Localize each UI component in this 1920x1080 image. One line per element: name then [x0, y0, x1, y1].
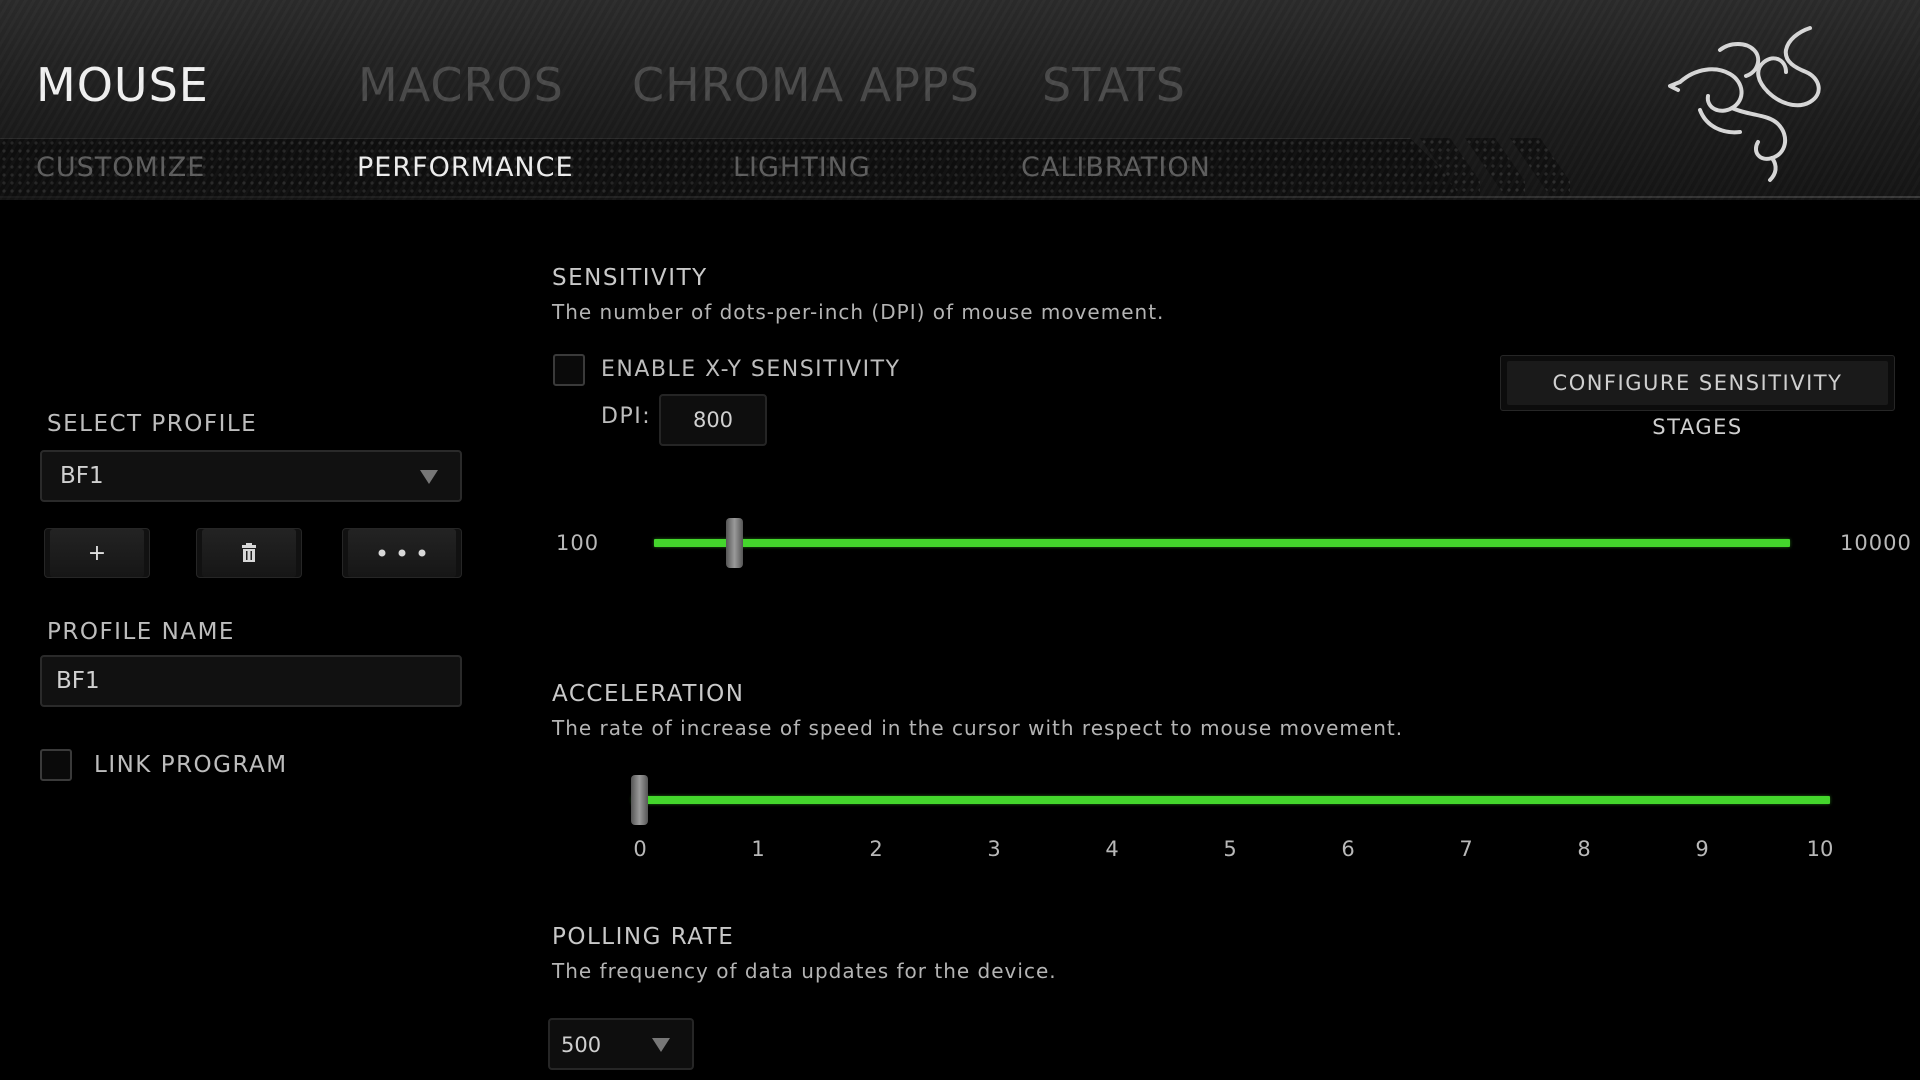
- razer-snake-logo-icon: [1668, 26, 1821, 182]
- acceleration-slider-thumb[interactable]: [631, 775, 648, 825]
- dpi-label: DPI:: [601, 404, 652, 429]
- sensitivity-slider-track[interactable]: [654, 539, 1790, 547]
- tab-stats[interactable]: STATS: [1042, 58, 1186, 112]
- polling-rate-value: 500: [561, 1033, 602, 1057]
- more-options-button[interactable]: [342, 528, 462, 578]
- trash-icon: [242, 543, 256, 562]
- add-profile-button[interactable]: +: [44, 528, 150, 578]
- sensitivity-description: The number of dots-per-inch (DPI) of mou…: [552, 300, 1165, 324]
- select-profile-label: SELECT PROFILE: [47, 411, 258, 437]
- decorative-stripes: [1420, 138, 1620, 196]
- subtab-lighting[interactable]: LIGHTING: [733, 152, 871, 183]
- polling-rate-dropdown[interactable]: 500: [548, 1018, 694, 1070]
- tab-mouse[interactable]: MOUSE: [36, 58, 209, 112]
- subtab-calibration[interactable]: CALIBRATION: [1021, 152, 1211, 183]
- sensitivity-title: SENSITIVITY: [552, 265, 708, 291]
- acceleration-tick-label: 0: [633, 837, 647, 861]
- plus-icon: +: [87, 540, 107, 566]
- configure-sensitivity-stages-button[interactable]: CONFIGURE SENSITIVITY STAGES: [1500, 355, 1895, 439]
- app-header: MOUSE MACROS CHROMA APPS STATS CUSTOMIZE…: [0, 0, 1920, 200]
- link-program-checkbox[interactable]: [40, 749, 72, 781]
- tab-chroma-apps[interactable]: CHROMA APPS: [632, 58, 980, 112]
- acceleration-tick-label: 5: [1223, 837, 1237, 861]
- acceleration-tick-label: 2: [869, 837, 883, 861]
- acceleration-tick-label: 6: [1341, 837, 1355, 861]
- ellipsis-icon: [378, 549, 426, 557]
- profile-dropdown-value: BF1: [60, 463, 104, 489]
- dpi-input[interactable]: [659, 394, 767, 446]
- tab-macros[interactable]: MACROS: [358, 58, 564, 112]
- sensitivity-slider-thumb[interactable]: [726, 518, 744, 568]
- subtab-performance[interactable]: PERFORMANCE: [357, 152, 574, 183]
- acceleration-tick-label: 10: [1806, 837, 1834, 861]
- enable-xy-label: ENABLE X-Y SENSITIVITY: [601, 357, 901, 382]
- acceleration-tick-label: 3: [987, 837, 1001, 861]
- link-program-label: LINK PROGRAM: [94, 752, 288, 778]
- dropdown-arrow-icon: [420, 470, 438, 484]
- enable-xy-checkbox[interactable]: [553, 354, 585, 386]
- acceleration-tick-label: 9: [1695, 837, 1709, 861]
- acceleration-slider-track[interactable]: [632, 796, 1830, 804]
- acceleration-tick-label: 8: [1577, 837, 1591, 861]
- acceleration-description: The rate of increase of speed in the cur…: [552, 716, 1404, 740]
- dropdown-arrow-icon: [652, 1038, 670, 1052]
- acceleration-tick-label: 4: [1105, 837, 1119, 861]
- polling-rate-title: POLLING RATE: [552, 924, 735, 950]
- polling-rate-description: The frequency of data updates for the de…: [552, 959, 1057, 983]
- delete-profile-button[interactable]: [196, 528, 302, 578]
- sensitivity-max-label: 10000: [1840, 531, 1912, 555]
- acceleration-tick-label: 7: [1459, 837, 1473, 861]
- acceleration-title: ACCELERATION: [552, 681, 745, 707]
- acceleration-tick-label: 1: [751, 837, 765, 861]
- subtab-customize[interactable]: CUSTOMIZE: [36, 152, 205, 183]
- sensitivity-min-label: 100: [556, 531, 600, 555]
- profile-dropdown[interactable]: BF1: [40, 450, 462, 502]
- profile-name-input[interactable]: [40, 655, 462, 707]
- profile-name-label: PROFILE NAME: [47, 619, 235, 645]
- header-divider: [0, 196, 1920, 198]
- main-tab-bar: MOUSE MACROS CHROMA APPS STATS: [0, 58, 1300, 128]
- configure-sensitivity-stages-label: CONFIGURE SENSITIVITY STAGES: [1507, 361, 1888, 439]
